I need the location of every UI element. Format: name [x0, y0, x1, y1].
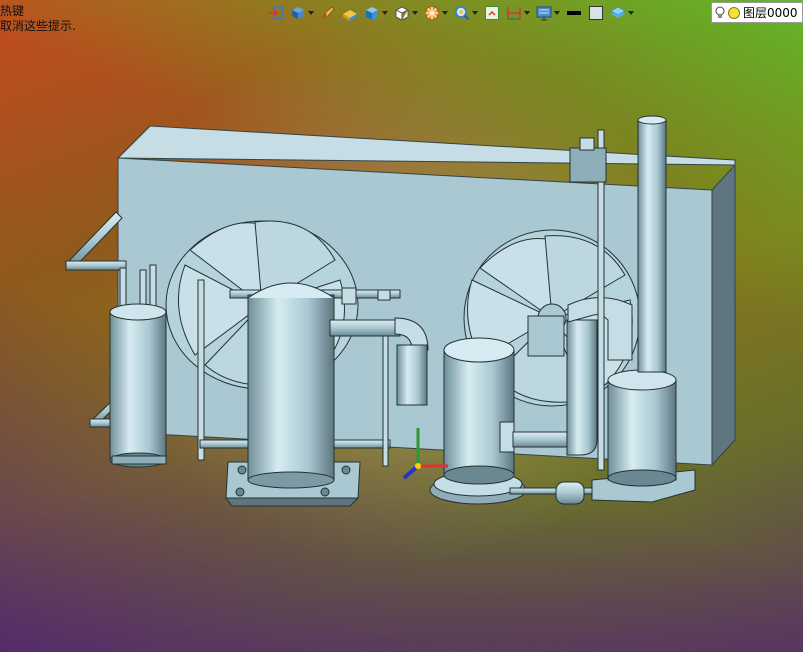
layer-name: 图层0000	[743, 6, 798, 20]
wire-cube-button[interactable]	[392, 3, 420, 23]
compressor-small	[429, 337, 527, 505]
dimension-button[interactable]	[504, 3, 532, 23]
view-orient-icon	[292, 7, 304, 19]
solid-cube-button[interactable]	[362, 3, 390, 23]
receiver-tank	[109, 303, 167, 468]
exit-sketch-icon	[269, 6, 283, 20]
layer-stack-button[interactable]	[608, 3, 636, 23]
display-monitor-icon	[536, 6, 552, 21]
display-monitor-button[interactable]	[534, 3, 562, 23]
solid-cube-icon	[366, 7, 378, 20]
layer-color-icon	[728, 6, 740, 19]
hotkey-hint: 热键 取消这些提示.	[0, 4, 76, 34]
layer-stack-icon	[610, 6, 626, 18]
zoom-fit-button[interactable]	[452, 3, 480, 23]
lightbulb-icon	[715, 6, 725, 18]
grid-snap-icon	[485, 6, 499, 20]
hint-line-1: 热键	[0, 4, 25, 18]
shaded-box-button[interactable]	[340, 3, 360, 23]
view-orient-button[interactable]	[288, 3, 316, 23]
section-view-button[interactable]	[422, 3, 450, 23]
exit-sketch-button[interactable]	[266, 3, 286, 23]
section-view-icon	[425, 6, 439, 20]
view-toolbar	[266, 2, 636, 24]
pencil-button[interactable]	[318, 3, 338, 23]
hint-line-2: 取消这些提示.	[0, 19, 76, 33]
zoom-fit-icon	[455, 6, 470, 21]
dimension-icon	[507, 7, 521, 20]
pencil-icon	[322, 6, 335, 19]
wire-cube-icon	[394, 6, 410, 21]
grid-snap-button[interactable]	[482, 3, 502, 23]
model-scene[interactable]	[0, 0, 803, 652]
layer-selector[interactable]: 图层0000	[711, 2, 803, 23]
color-square-icon	[589, 6, 603, 20]
line-weight-icon	[567, 11, 581, 15]
line-weight-button[interactable]	[564, 3, 584, 23]
color-square-button[interactable]	[586, 3, 606, 23]
shaded-box-icon	[343, 10, 357, 21]
